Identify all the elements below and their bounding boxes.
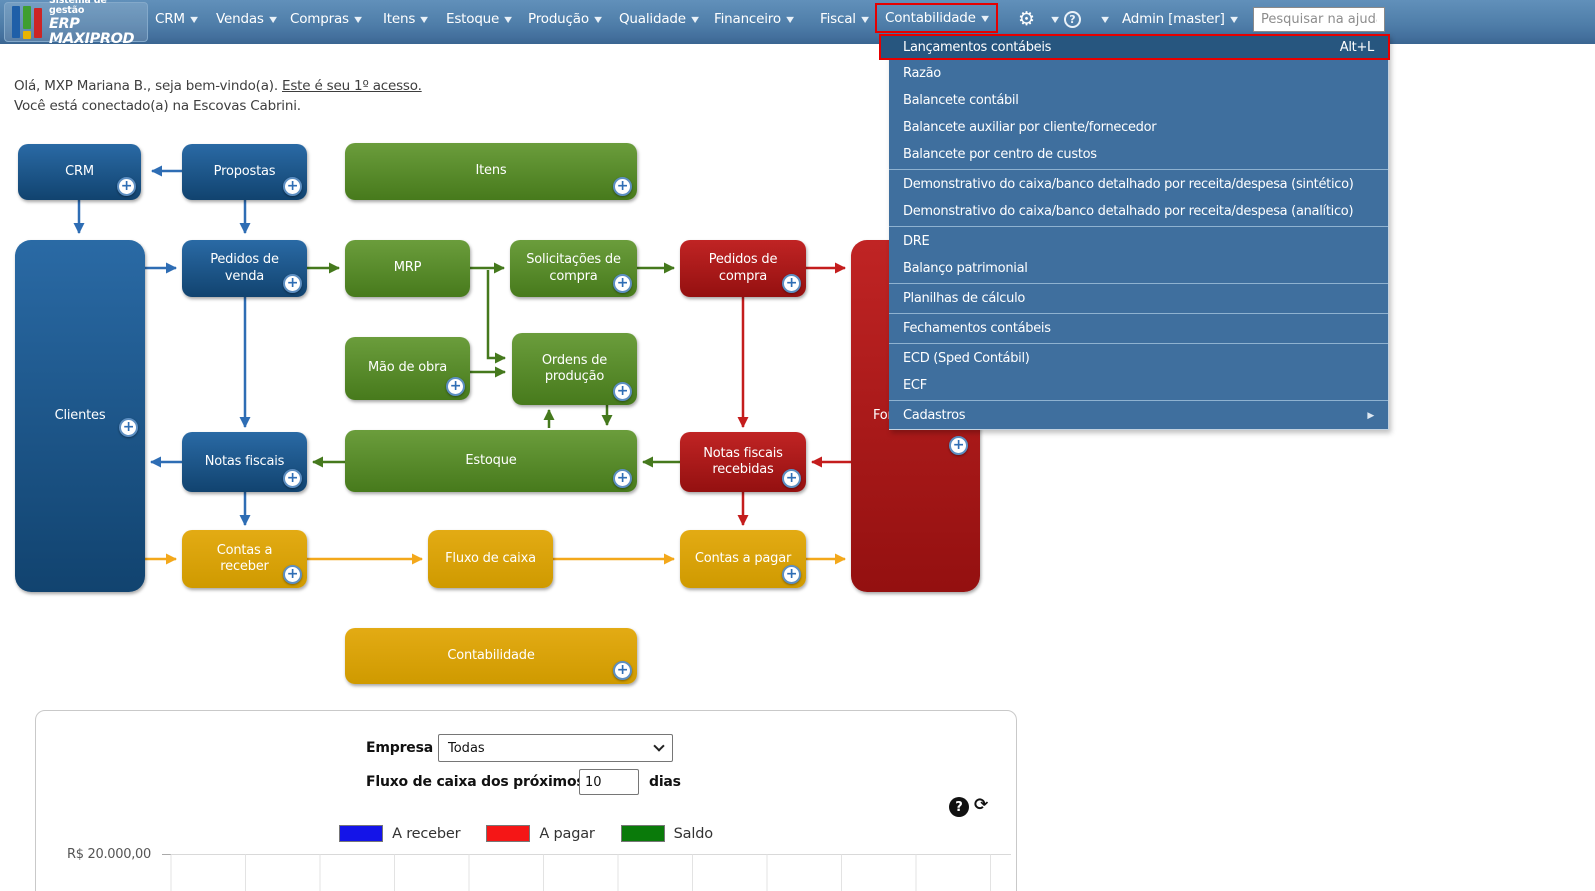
menu-item-balancete-auxiliar[interactable]: Balancete auxiliar por cliente/fornecedo… xyxy=(889,114,1388,141)
diagram-node-contabilidade[interactable]: Contabilidade + xyxy=(345,628,637,684)
add-plus-icon[interactable]: + xyxy=(283,274,302,293)
add-plus-icon[interactable]: + xyxy=(283,565,302,584)
nav-item-fiscal[interactable]: Fiscal ▼ xyxy=(820,0,869,38)
maxiprod-logo-icon xyxy=(12,5,42,39)
menu-item-balancete-centro-custos[interactable]: Balancete por centro de custos xyxy=(889,141,1388,168)
user-menu-admin[interactable]: Admin [master] ▼ xyxy=(1122,0,1238,38)
menu-separator xyxy=(889,283,1388,284)
menu-separator xyxy=(889,343,1388,344)
chevron-down-icon: ▼ xyxy=(190,14,198,24)
nav-item-financeiro[interactable]: Financeiro ▼ xyxy=(714,0,794,38)
chevron-down-icon: ▼ xyxy=(1101,14,1109,24)
add-plus-icon[interactable]: + xyxy=(283,177,302,196)
cash-flow-panel: Empresa Todas Fluxo de caixa dos próximo… xyxy=(35,710,1017,891)
chevron-down-icon: ▼ xyxy=(861,14,869,24)
menu-item-demonstrativo-sintetico[interactable]: Demonstrativo do caixa/banco detalhado p… xyxy=(889,171,1388,198)
help-search-input[interactable] xyxy=(1253,7,1385,32)
diagram-node-contas-receber[interactable]: Contas a receber + xyxy=(182,530,307,588)
add-plus-icon[interactable]: + xyxy=(283,469,302,488)
add-plus-icon[interactable]: + xyxy=(949,436,968,455)
module-flow-diagram: CRM + Propostas + Itens + Clientes + Pedidos… xyxy=(0,130,1030,705)
settings-gear-icon[interactable]: ⚙ xyxy=(1018,0,1035,38)
menu-item-cadastros[interactable]: Cadastros ▶ xyxy=(889,402,1388,429)
diagram-node-pedidos-compra[interactable]: Pedidos de compra + xyxy=(680,240,806,297)
diagram-node-clientes[interactable]: Clientes + xyxy=(15,240,145,592)
chevron-down-icon: ▼ xyxy=(420,14,428,24)
menu-item-demonstrativo-analitico[interactable]: Demonstrativo do caixa/banco detalhado p… xyxy=(889,198,1388,225)
diagram-node-contas-pagar[interactable]: Contas a pagar + xyxy=(680,530,806,588)
nav-item-estoque[interactable]: Estoque ▼ xyxy=(446,0,512,38)
diagram-node-notas-fiscais[interactable]: Notas fiscais + xyxy=(182,432,307,492)
diagram-node-ordens-producao[interactable]: Ordens de produção + xyxy=(512,333,637,405)
diagram-node-crm[interactable]: CRM + xyxy=(18,144,141,200)
chevron-down-icon: ▼ xyxy=(1229,14,1238,24)
add-plus-icon[interactable]: + xyxy=(117,177,136,196)
chevron-down-icon: ▼ xyxy=(594,14,602,24)
menu-item-balanco-patrimonial[interactable]: Balanço patrimonial xyxy=(889,255,1388,282)
menu-separator xyxy=(889,226,1388,227)
contabilidade-dropdown-menu: Lançamentos contábeis Alt+L Razão Balanc… xyxy=(879,34,1390,430)
add-plus-icon[interactable]: + xyxy=(613,469,632,488)
chevron-down-icon: ▼ xyxy=(1051,14,1059,24)
diagram-node-propostas[interactable]: Propostas + xyxy=(182,144,307,200)
add-plus-icon[interactable]: + xyxy=(782,565,801,584)
nav-item-contabilidade-highlighted[interactable]: Contabilidade ▼ xyxy=(875,3,998,33)
settings-dropdown-caret[interactable]: ▼ xyxy=(1046,0,1059,38)
logo-text: Sistema de gestão ERP MAXIPROD xyxy=(49,0,135,48)
diagram-node-mao-de-obra[interactable]: Mão de obra + xyxy=(345,337,470,400)
chevron-down-icon: ▼ xyxy=(504,14,512,24)
menu-separator xyxy=(889,400,1388,401)
shortcut-label: Alt+L xyxy=(1339,39,1375,55)
diagram-node-notas-fiscais-recebidas[interactable]: Notas fiscais recebidas + xyxy=(680,432,806,492)
add-plus-icon[interactable]: + xyxy=(613,382,632,401)
nav-item-compras[interactable]: Compras ▼ xyxy=(290,0,362,38)
add-plus-icon[interactable]: + xyxy=(782,274,801,293)
first-access-link[interactable]: Este é seu 1º acesso. xyxy=(282,78,422,94)
menu-item-planilhas-calculo[interactable]: Planilhas de cálculo xyxy=(889,285,1388,312)
menu-separator xyxy=(889,169,1388,170)
menu-separator xyxy=(889,313,1388,314)
nav-item-producao[interactable]: Produção ▼ xyxy=(528,0,602,38)
add-plus-icon[interactable]: + xyxy=(446,377,465,396)
menu-item-balancete-contabil[interactable]: Balancete contábil xyxy=(889,87,1388,114)
diagram-node-mrp[interactable]: MRP xyxy=(345,240,470,297)
welcome-message: Olá, MXP Mariana B., seja bem-vindo(a). … xyxy=(14,78,422,115)
menu-item-fechamentos-contabeis[interactable]: Fechamentos contábeis xyxy=(889,315,1388,342)
app-logo[interactable]: Sistema de gestão ERP MAXIPROD xyxy=(4,0,148,47)
nav-item-itens[interactable]: Itens ▼ xyxy=(383,0,428,38)
menu-item-ecf[interactable]: ECF xyxy=(889,372,1388,399)
add-plus-icon[interactable]: + xyxy=(613,177,632,196)
diagram-node-fluxo-caixa[interactable]: Fluxo de caixa xyxy=(428,530,553,588)
add-plus-icon[interactable]: + xyxy=(613,661,632,680)
submenu-arrow-icon: ▶ xyxy=(1367,410,1374,421)
diagram-node-itens[interactable]: Itens + xyxy=(345,143,637,200)
diagram-node-estoque[interactable]: Estoque + xyxy=(345,430,637,492)
add-plus-icon[interactable]: + xyxy=(613,274,632,293)
menu-item-ecd[interactable]: ECD (Sped Contábil) xyxy=(889,345,1388,372)
help-dropdown-caret[interactable]: ▼ xyxy=(1096,0,1109,38)
chevron-down-icon: ▼ xyxy=(786,14,794,24)
chart-grid xyxy=(162,854,1011,891)
chevron-down-icon: ▼ xyxy=(981,13,989,23)
menu-item-dre[interactable]: DRE xyxy=(889,228,1388,255)
menu-item-razao[interactable]: Razão xyxy=(889,60,1388,87)
nav-item-qualidade[interactable]: Qualidade ▼ xyxy=(619,0,699,38)
chevron-down-icon: ▼ xyxy=(691,14,699,24)
chevron-down-icon: ▼ xyxy=(268,14,277,24)
menu-item-lancamentos-contabeis[interactable]: Lançamentos contábeis Alt+L xyxy=(879,34,1390,60)
nav-item-crm[interactable]: CRM ▼ xyxy=(155,0,198,38)
chevron-down-icon: ▼ xyxy=(354,14,362,24)
diagram-node-pedidos-venda[interactable]: Pedidos de venda + xyxy=(182,240,307,297)
add-plus-icon[interactable]: + xyxy=(782,469,801,488)
add-plus-icon[interactable]: + xyxy=(119,418,138,437)
nav-item-vendas[interactable]: Vendas ▼ xyxy=(216,0,277,38)
help-icon[interactable]: ? xyxy=(1064,0,1081,38)
diagram-node-solicitacoes-compra[interactable]: Solicitações de compra + xyxy=(510,240,637,297)
